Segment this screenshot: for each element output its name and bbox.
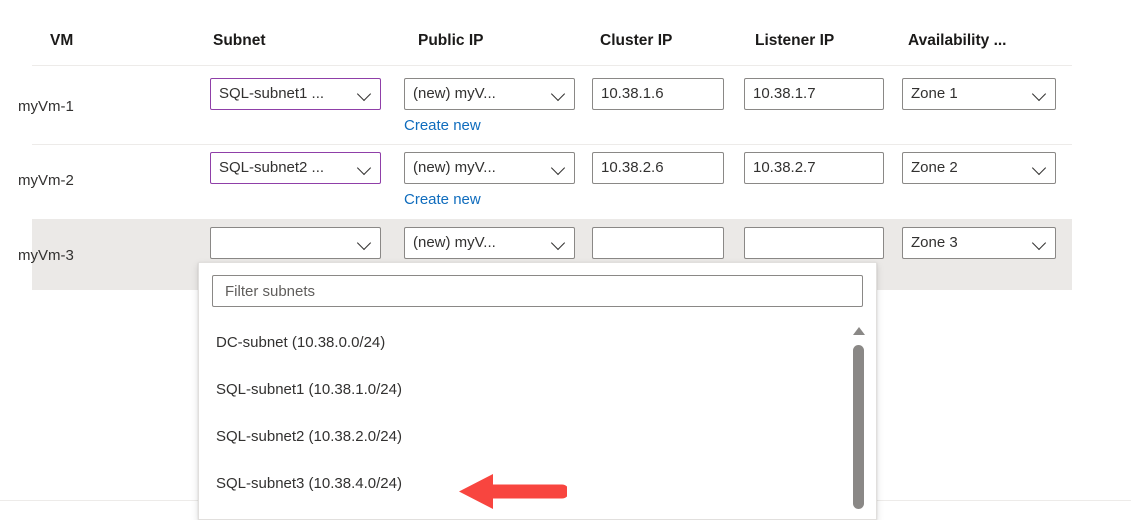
- public-ip-dropdown-row-3-value: (new) myV...: [413, 228, 546, 258]
- table-row: myVm-2: [18, 172, 74, 189]
- chevron-down-icon: [1033, 161, 1047, 175]
- chevron-down-icon: [1033, 236, 1047, 250]
- scrollbar-thumb[interactable]: [853, 345, 864, 509]
- scroll-up-arrow-icon[interactable]: [852, 325, 866, 337]
- column-header-availability: Availability ...: [908, 32, 1007, 50]
- list-item[interactable]: SQL-subnet1 (10.38.1.0/24): [199, 366, 856, 413]
- header-divider: [32, 65, 1072, 66]
- listener-ip-input-row-3[interactable]: [744, 227, 884, 259]
- public-ip-dropdown-row-3[interactable]: (new) myV...: [404, 227, 575, 259]
- annotation-arrow-icon: [459, 472, 567, 512]
- public-ip-dropdown-row-2[interactable]: (new) myV...: [404, 152, 575, 184]
- column-header-subnet: Subnet: [213, 32, 266, 50]
- availability-zone-dropdown-row-2[interactable]: Zone 2: [902, 152, 1056, 184]
- listener-ip-input-row-2-value: 10.38.2.7: [753, 153, 875, 183]
- subnet-dropdown-row-2[interactable]: SQL-subnet2 ...: [210, 152, 381, 184]
- scrollbar[interactable]: [851, 325, 867, 515]
- subnet-option-label: DC-subnet (10.38.0.0/24): [216, 334, 385, 351]
- chevron-down-icon: [358, 236, 372, 250]
- subnet-dropdown-row-2-value: SQL-subnet2 ...: [219, 153, 352, 183]
- cluster-ip-input-row-3[interactable]: [592, 227, 724, 259]
- availability-zone-dropdown-row-1[interactable]: Zone 1: [902, 78, 1056, 110]
- availability-zone-dropdown-row-2-value: Zone 2: [911, 153, 1027, 183]
- chevron-down-icon: [552, 161, 566, 175]
- table-header-row: VM Subnet Public IP Cluster IP Listener …: [32, 24, 1072, 62]
- cluster-ip-input-row-1-value: 10.38.1.6: [601, 79, 715, 109]
- public-ip-dropdown-row-2-value: (new) myV...: [413, 153, 546, 183]
- subnet-dropdown-row-1[interactable]: SQL-subnet1 ...: [210, 78, 381, 110]
- chevron-down-icon: [552, 236, 566, 250]
- column-header-public-ip: Public IP: [418, 32, 483, 50]
- subnet-option-label: SQL-subnet1 (10.38.1.0/24): [216, 381, 402, 398]
- availability-zone-dropdown-row-1-value: Zone 1: [911, 79, 1027, 109]
- chevron-down-icon: [358, 161, 372, 175]
- listener-ip-input-row-1[interactable]: 10.38.1.7: [744, 78, 884, 110]
- chevron-down-icon: [552, 87, 566, 101]
- table-row: myVm-3: [18, 247, 74, 264]
- chevron-down-icon: [358, 87, 372, 101]
- subnet-option-label: SQL-subnet2 (10.38.2.0/24): [216, 428, 402, 445]
- subnet-assignment-table-screen: VM Subnet Public IP Cluster IP Listener …: [0, 0, 1131, 520]
- cluster-ip-input-row-2[interactable]: 10.38.2.6: [592, 152, 724, 184]
- column-header-listener-ip: Listener IP: [755, 32, 834, 50]
- row-divider: [32, 144, 1072, 145]
- availability-zone-dropdown-row-3-value: Zone 3: [911, 228, 1027, 258]
- filter-subnets-field[interactable]: [212, 275, 863, 307]
- subnet-option-label: SQL-subnet3 (10.38.4.0/24): [216, 475, 402, 492]
- list-item[interactable]: DC-subnet (10.38.0.0/24): [199, 319, 856, 366]
- search-input[interactable]: [223, 282, 852, 301]
- table-row: myVm-1: [18, 98, 74, 115]
- availability-zone-dropdown-row-3[interactable]: Zone 3: [902, 227, 1056, 259]
- subnet-dropdown-row-1-value: SQL-subnet1 ...: [219, 79, 352, 109]
- cluster-ip-input-row-2-value: 10.38.2.6: [601, 153, 715, 183]
- column-header-cluster-ip: Cluster IP: [600, 32, 672, 50]
- chevron-down-icon: [1033, 87, 1047, 101]
- create-new-public-ip-link-row-2[interactable]: Create new: [404, 191, 481, 208]
- list-item[interactable]: SQL-subnet2 (10.38.2.0/24): [199, 413, 856, 460]
- listener-ip-input-row-1-value: 10.38.1.7: [753, 79, 875, 109]
- column-header-vm: VM: [50, 32, 73, 50]
- cluster-ip-input-row-1[interactable]: 10.38.1.6: [592, 78, 724, 110]
- subnet-dropdown-row-3[interactable]: [210, 227, 381, 259]
- public-ip-dropdown-row-1-value: (new) myV...: [413, 79, 546, 109]
- public-ip-dropdown-row-1[interactable]: (new) myV...: [404, 78, 575, 110]
- listener-ip-input-row-2[interactable]: 10.38.2.7: [744, 152, 884, 184]
- create-new-public-ip-link-row-1[interactable]: Create new: [404, 117, 481, 134]
